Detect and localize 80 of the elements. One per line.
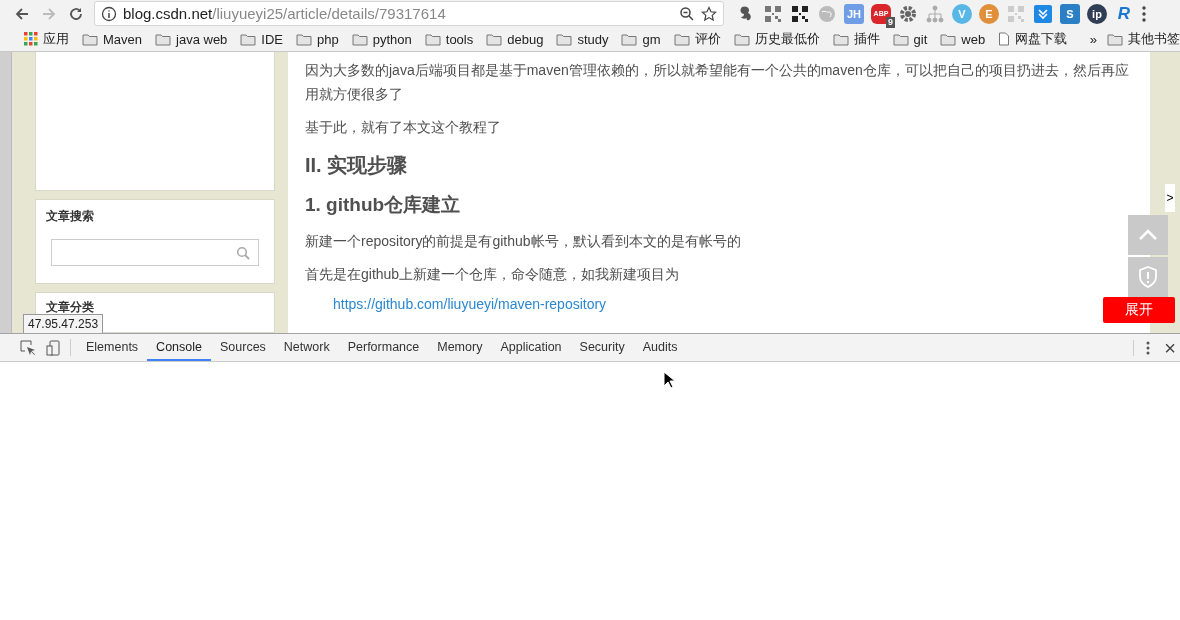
folder-icon (155, 32, 172, 46)
bookmark[interactable]: java web (155, 31, 228, 47)
menu-icon[interactable] (1141, 4, 1147, 23)
qr-code-icon[interactable] (790, 3, 810, 24)
reload-icon[interactable] (68, 5, 84, 22)
cursor-icon (663, 371, 675, 389)
devtools-tab[interactable]: Security (570, 334, 634, 361)
extension-button[interactable]: ip (1087, 3, 1107, 24)
bookmark[interactable]: 评价 (673, 30, 721, 48)
gear-icon[interactable] (898, 3, 918, 24)
page-icon (998, 32, 1011, 46)
url-text: blog.csdn.net/liuyueyi25/article/details/79317614 (123, 5, 447, 22)
apps-icon (24, 32, 38, 46)
folder-icon (1107, 32, 1123, 46)
paragraph: 因为大多数的java后端项目都是基于maven管理依赖的，所以就希望能有一个公共的maven仓库，可以把自己的项目扔进去，然后再应用就方便很多了 (305, 61, 1130, 104)
zoom-out-icon (679, 5, 695, 22)
device-toolbar-icon[interactable] (46, 339, 60, 356)
inspect-icon[interactable] (20, 339, 36, 356)
bookmark[interactable]: 插件 (832, 30, 880, 48)
devtools-tab[interactable]: Memory (428, 334, 492, 361)
folder-icon (556, 32, 573, 46)
paragraph: 首先是在github上新建一个仓库，命令随意，如我新建项目为 (305, 265, 681, 284)
folder-icon (486, 32, 503, 46)
chevron-up-icon (1138, 229, 1158, 241)
bookmark[interactable]: tools (424, 31, 474, 47)
side-tab[interactable]: > (1165, 184, 1175, 212)
bookmark[interactable]: 其他书签 (1107, 30, 1180, 48)
search-field[interactable] (51, 239, 259, 266)
paragraph: 新建一个repository的前提是有github帐号，默认看到本文的是有帐号的 (305, 232, 742, 251)
search-icon (236, 245, 250, 260)
card-title: 文章搜索 (46, 208, 95, 225)
star-icon (701, 5, 717, 22)
more-bookmarks-button[interactable]: » (1089, 31, 1097, 47)
bookmark[interactable]: web (940, 31, 986, 47)
tooltip: 47.95.47.253 (23, 314, 104, 333)
folder-icon (240, 32, 257, 46)
close-button[interactable]: × (1162, 337, 1178, 358)
back-icon[interactable] (14, 5, 30, 22)
devtools-tab[interactable]: Elements (77, 334, 148, 361)
extension-button[interactable]: R (1114, 3, 1134, 24)
bookmark[interactable]: 历史最低价 (733, 30, 820, 48)
devtools-tab[interactable]: Application (491, 334, 571, 361)
folder-icon (940, 32, 957, 46)
repository-link[interactable]: https://github.com/liuyueyi/maven-repository (333, 295, 607, 313)
address-bar[interactable]: blog.csdn.net/liuyueyi25/article/details/79317614 (94, 1, 724, 26)
bookmark[interactable]: study (556, 31, 609, 47)
expand-button[interactable]: 展开 (1103, 297, 1175, 323)
folder-icon (733, 32, 750, 46)
bookmark[interactable]: IDE (240, 31, 283, 47)
devtools-tab[interactable]: Network (274, 334, 339, 361)
devtools-tab[interactable]: Audits (633, 334, 687, 361)
folder-icon (621, 32, 638, 46)
shield-alert-icon (1139, 266, 1157, 288)
download-icon[interactable] (1033, 3, 1053, 24)
count-badge: 9 (886, 16, 895, 28)
paragraph: 基于此，就有了本文这个教程了 (305, 118, 502, 137)
devtools-tab[interactable]: Sources (211, 334, 275, 361)
folder-icon (296, 32, 312, 46)
more-icon[interactable] (1146, 340, 1151, 355)
bookmark[interactable]: debug (486, 31, 544, 47)
extension-button[interactable]: S (1060, 3, 1080, 24)
folder-icon (82, 32, 98, 46)
bookmark[interactable]: 应用 (24, 30, 69, 48)
bookmark[interactable]: gm (621, 31, 661, 47)
bookmark[interactable]: php (296, 31, 339, 47)
folder-icon (892, 32, 909, 46)
bookmark[interactable]: 网盘下载 (998, 30, 1068, 48)
tree-icon[interactable] (925, 3, 945, 24)
card-title: 文章分类 (46, 299, 95, 316)
bookmark[interactable]: Maven (82, 31, 143, 47)
folder-icon (424, 32, 441, 46)
folder-icon (351, 32, 368, 46)
info-icon (101, 5, 117, 22)
devtools-tab[interactable]: Performance (338, 334, 429, 361)
folder-icon (673, 32, 690, 46)
section-heading: II. 实现步骤 (305, 153, 409, 178)
bookmark[interactable]: git (892, 31, 928, 47)
folder-icon (832, 32, 849, 46)
subsection-heading: 1. github仓库建立 (305, 193, 462, 217)
bookmark[interactable]: python (351, 31, 412, 47)
